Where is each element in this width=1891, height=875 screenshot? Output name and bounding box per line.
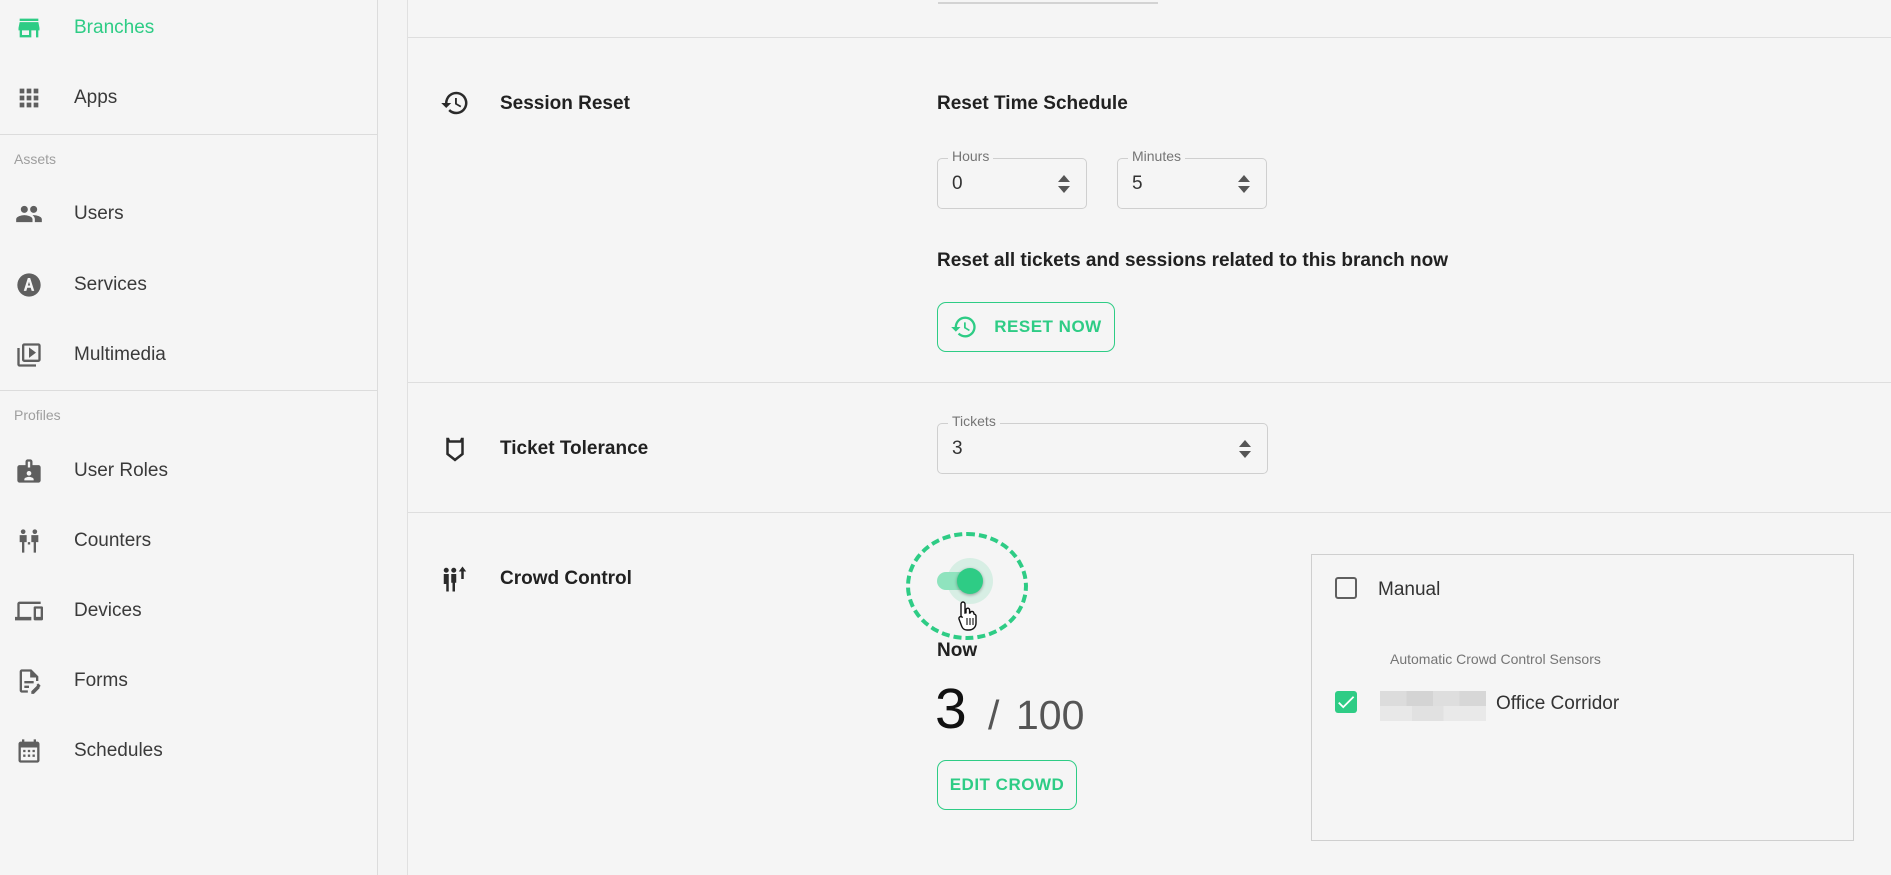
sidebar-item-label: Users — [74, 203, 124, 224]
badge-icon — [14, 456, 44, 486]
apps-grid-icon — [14, 83, 44, 113]
sidebar-item-counters[interactable]: Counters — [0, 516, 377, 566]
spin-arrows-icon[interactable] — [1239, 438, 1251, 460]
sidebar-item-label: Apps — [74, 87, 118, 108]
hours-stepper[interactable]: Hours 0 — [937, 148, 1087, 209]
sidebar-item-forms[interactable]: Forms — [0, 656, 377, 706]
reset-schedule-title: Reset Time Schedule — [937, 93, 1128, 114]
section-divider — [408, 382, 1891, 383]
devices-icon — [14, 596, 44, 626]
spin-arrows-icon[interactable] — [1238, 173, 1250, 195]
history-icon — [440, 88, 470, 118]
tickets-label: Tickets — [948, 413, 1000, 429]
minutes-stepper[interactable]: Minutes 5 — [1117, 148, 1267, 209]
branch-settings-panel: Session Reset Reset Time Schedule Hours … — [407, 0, 1891, 875]
people-arrow-icon — [440, 564, 470, 594]
checkmark-icon — [1338, 696, 1355, 709]
section-label-profiles: Profiles — [14, 407, 61, 423]
sidebar-item-label: Devices — [74, 600, 142, 621]
current-crowd-count: 3 — [935, 677, 967, 741]
minutes-label: Minutes — [1128, 148, 1186, 164]
calendar-icon — [14, 736, 44, 766]
shield-outline-icon — [440, 434, 470, 464]
sidebar-item-schedules[interactable]: Schedules — [0, 726, 377, 776]
sidebar-item-devices[interactable]: Devices — [0, 586, 377, 636]
store-icon — [14, 13, 44, 43]
history-icon — [951, 316, 976, 338]
tickets-value: 3 — [952, 438, 963, 459]
now-label: Now — [937, 640, 978, 661]
sidebar-item-label: Forms — [74, 670, 128, 691]
redacted-sensor-id — [1380, 691, 1486, 721]
sidebar-item-services[interactable]: Services — [0, 260, 377, 310]
sidebar-item-label: Counters — [74, 530, 152, 551]
multimedia-icon — [14, 340, 44, 370]
hours-label: Hours — [948, 148, 994, 164]
sidebar-divider — [0, 390, 377, 391]
tickets-stepper[interactable]: Tickets 3 — [937, 413, 1268, 474]
session-reset-title: Session Reset — [500, 93, 630, 114]
section-label-assets: Assets — [14, 151, 57, 167]
form-icon — [14, 666, 44, 696]
count-separator: / — [988, 692, 1000, 738]
crowd-control-title: Crowd Control — [500, 568, 632, 589]
edit-crowd-button[interactable]: EDIT CROWD — [937, 760, 1077, 810]
sensor-checkbox[interactable] — [1335, 691, 1357, 713]
sidebar: Branches Apps Assets Users Services Mult… — [0, 0, 378, 875]
service-a-icon — [14, 270, 44, 300]
sidebar-item-user-roles[interactable]: User Roles — [0, 446, 377, 496]
crowd-control-toggle[interactable] — [937, 558, 993, 604]
section-divider — [408, 512, 1891, 513]
sidebar-item-label: Multimedia — [74, 344, 166, 365]
sidebar-item-apps[interactable]: Apps — [0, 73, 377, 123]
manual-checkbox[interactable] — [1335, 577, 1357, 599]
ticket-tolerance-title: Ticket Tolerance — [500, 438, 649, 459]
section-divider — [408, 37, 1891, 38]
hand-cursor-icon — [958, 601, 977, 631]
toggle-knob — [957, 568, 983, 594]
counters-icon — [14, 526, 44, 556]
reset-now-label: RESET NOW — [994, 317, 1102, 336]
sidebar-item-label: Services — [74, 274, 147, 295]
edit-crowd-label: EDIT CROWD — [949, 775, 1065, 794]
sidebar-item-label: Branches — [74, 17, 155, 38]
sensor-name: Office Corridor — [1496, 693, 1620, 714]
truncated-element — [938, 0, 1158, 4]
max-crowd-count: 100 — [1016, 692, 1085, 738]
crowd-sensor-panel: Manual Automatic Crowd Control Sensors O… — [1311, 554, 1854, 841]
hours-value: 0 — [952, 173, 963, 194]
sidebar-item-branches[interactable]: Branches — [0, 3, 377, 53]
sidebar-divider — [0, 134, 377, 135]
sidebar-item-label: Schedules — [74, 740, 163, 761]
spin-arrows-icon[interactable] — [1058, 173, 1070, 195]
sidebar-item-users[interactable]: Users — [0, 189, 377, 239]
reset-now-button[interactable]: RESET NOW — [937, 302, 1115, 352]
minutes-value: 5 — [1132, 173, 1143, 194]
sidebar-item-label: User Roles — [74, 460, 168, 481]
sensors-legend: Automatic Crowd Control Sensors — [1390, 651, 1601, 667]
reset-all-text: Reset all tickets and sessions related t… — [937, 250, 1449, 271]
manual-label: Manual — [1378, 579, 1441, 600]
sidebar-item-multimedia[interactable]: Multimedia — [0, 330, 377, 380]
people-icon — [14, 199, 44, 229]
